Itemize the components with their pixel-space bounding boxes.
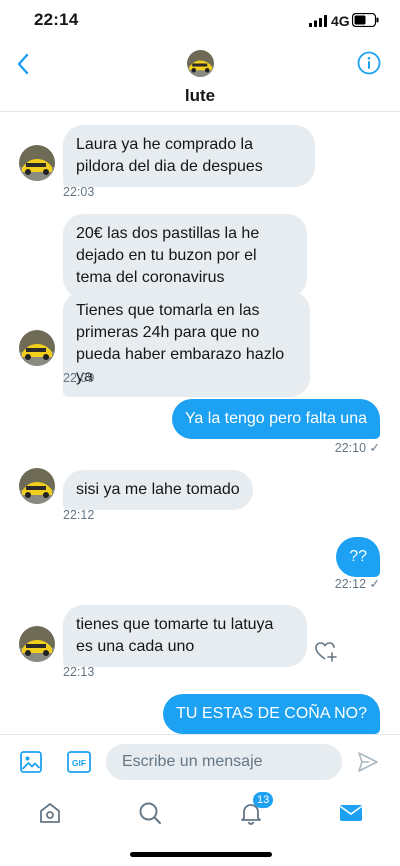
gif-label: GIF — [72, 758, 86, 768]
message-input[interactable] — [106, 744, 342, 780]
contact-name[interactable]: lute — [0, 86, 400, 106]
signal-icon — [309, 15, 327, 27]
send-icon[interactable] — [357, 751, 379, 773]
info-icon[interactable] — [357, 51, 381, 75]
gif-icon[interactable]: GIF — [67, 751, 91, 773]
message-bubble[interactable]: sisi ya me lahe tomado — [63, 470, 253, 510]
message-bubble[interactable]: Laura ya he comprado la pildora del dia … — [63, 125, 315, 187]
message-time: 22:13 — [63, 665, 95, 679]
sender-avatar[interactable] — [19, 330, 55, 366]
tab-bar: 13 — [0, 786, 400, 866]
message-time: 22:09 — [63, 371, 95, 385]
message-bubble[interactable]: ?? — [336, 537, 380, 577]
image-icon[interactable] — [20, 751, 42, 773]
status-bar: 22:14 4G — [0, 0, 400, 44]
message-composer: GIF — [0, 734, 400, 786]
sender-avatar[interactable] — [19, 626, 55, 662]
message-bubble[interactable]: tienes que tomarte tu latuya es una cada… — [63, 605, 307, 667]
search-icon[interactable] — [137, 800, 163, 826]
heart-add-icon[interactable] — [314, 640, 338, 662]
home-indicator — [130, 852, 272, 857]
message-time: 22:12 — [63, 508, 95, 522]
home-icon[interactable] — [37, 800, 63, 826]
message-bubble[interactable]: TU ESTAS DE COÑA NO? — [163, 694, 380, 734]
conversation-header: lute — [0, 44, 400, 112]
message-time: 22:12 ✓ — [334, 577, 380, 591]
battery-icon — [352, 13, 379, 27]
notification-badge: 13 — [253, 792, 274, 808]
message-time: 22:10 ✓ — [334, 441, 380, 455]
message-time: 22:03 — [63, 185, 95, 199]
message-bubble[interactable]: Ya la tengo pero falta una — [171, 399, 380, 439]
network-type: 4G — [331, 13, 350, 29]
status-time: 22:14 — [34, 10, 79, 29]
mail-icon[interactable] — [338, 800, 364, 826]
back-chevron-icon[interactable] — [12, 50, 36, 78]
message-bubble[interactable]: Tienes que tomarla en las primeras 24h p… — [63, 291, 310, 397]
contact-avatar[interactable] — [187, 50, 214, 77]
sender-avatar[interactable] — [19, 145, 55, 181]
sender-avatar[interactable] — [19, 468, 55, 504]
message-bubble[interactable]: 20€ las dos pastillas la he dejado en tu… — [63, 214, 307, 298]
